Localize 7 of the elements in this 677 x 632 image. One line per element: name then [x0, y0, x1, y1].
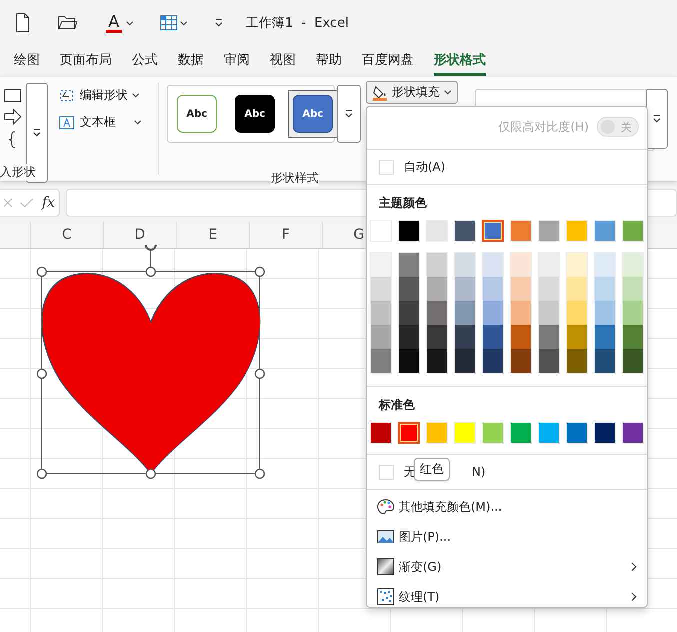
high-contrast-label: 仅限高对比度(H): [498, 118, 589, 136]
window-title: 工作簿1 - Excel: [246, 15, 349, 32]
section-title: 主题颜色: [378, 195, 428, 212]
section-title: 标准色: [378, 397, 416, 414]
group-label: 形状样式: [271, 170, 319, 187]
group-label: 入形状: [0, 164, 36, 181]
tooltip: 红色: [414, 458, 450, 481]
